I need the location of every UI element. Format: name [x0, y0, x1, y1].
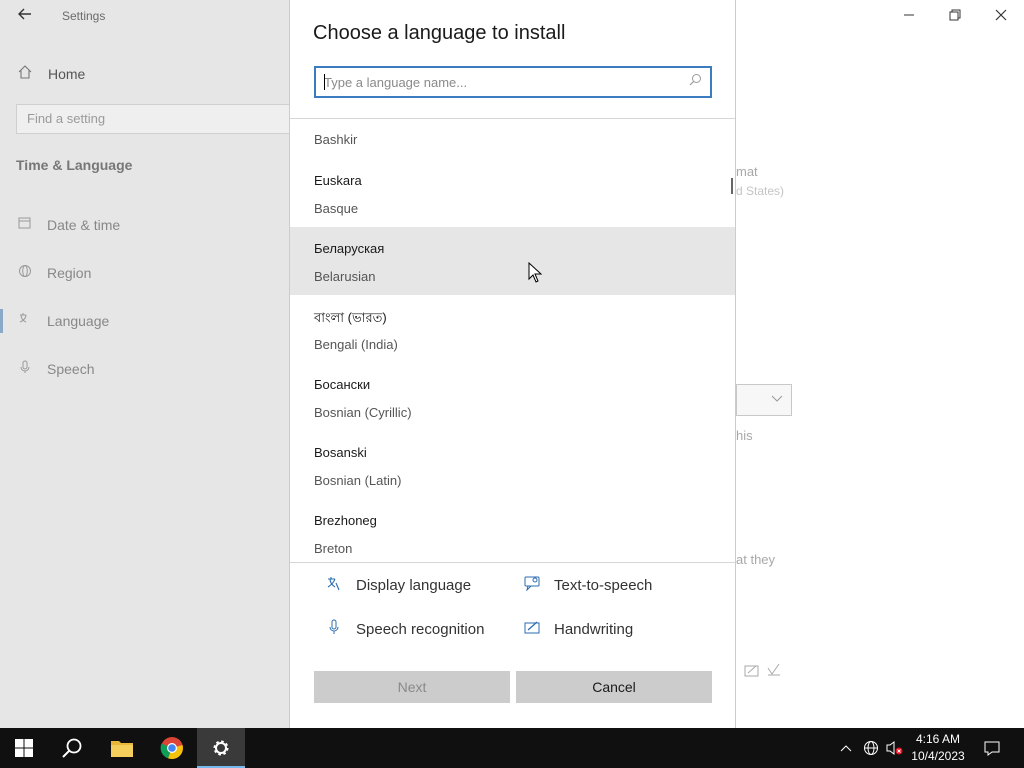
list-item[interactable]: Bashkir	[290, 119, 735, 159]
volume-muted-icon	[886, 741, 903, 755]
language-english-name: Bosnian (Latin)	[314, 473, 402, 488]
microphone-icon	[16, 360, 34, 378]
language-english-name: Bashkir	[314, 132, 358, 147]
nav-item-label: Region	[47, 265, 92, 281]
text-to-speech-icon	[522, 575, 542, 595]
windows-logo-icon	[15, 739, 33, 757]
window-title: Settings	[62, 9, 106, 23]
restore-icon[interactable]	[932, 0, 978, 32]
start-button[interactable]	[0, 728, 48, 768]
feature-label: Speech recognition	[356, 620, 485, 638]
list-item[interactable]: Беларуская Belarusian	[290, 227, 735, 295]
background-dropdown	[736, 384, 792, 416]
minimize-icon[interactable]	[886, 0, 932, 32]
feature-handwriting: Handwriting	[522, 619, 633, 639]
show-hidden-icons-button[interactable]	[836, 728, 856, 768]
language-native-name: Bosanski	[314, 445, 367, 460]
language-english-name: Breton	[314, 541, 353, 556]
language-english-name: Basque	[314, 201, 359, 216]
background-region-text: d States)	[736, 184, 785, 198]
language-native-name: Euskara	[314, 173, 362, 188]
network-button[interactable]	[860, 728, 882, 768]
nav-selection-indicator	[0, 309, 3, 333]
language-english-name: Bengali (India)	[314, 337, 398, 352]
clock-time: 4:16 AM	[915, 732, 961, 746]
gear-icon	[213, 740, 229, 756]
calendar-clock-icon	[16, 216, 34, 234]
next-button[interactable]: Next	[314, 671, 510, 703]
feature-display-language: Display language	[324, 575, 471, 595]
section-title: Time & Language	[16, 157, 133, 173]
list-item[interactable]: Brezhoneg Breton	[290, 499, 735, 562]
nav-item-speech[interactable]: Speech	[16, 357, 94, 381]
search-icon	[62, 738, 82, 758]
background-handwriting-icons	[744, 662, 784, 683]
cancel-button[interactable]: Cancel	[516, 671, 712, 703]
network-globe-icon	[864, 741, 878, 755]
list-item[interactable]: Bosanski Bosnian (Latin)	[290, 431, 735, 499]
feature-speech-recognition: Speech recognition	[324, 619, 484, 639]
list-item[interactable]: Босански Bosnian (Cyrillic)	[290, 363, 735, 431]
folder-icon	[111, 741, 133, 757]
search-icon[interactable]	[689, 73, 702, 89]
taskbar-clock[interactable]: 4:16 AM 10/4/2023	[906, 731, 970, 765]
globe-icon	[16, 264, 34, 282]
chevron-up-icon	[840, 745, 852, 752]
settings-taskbar-button[interactable]	[197, 728, 245, 768]
clock-date: 10/4/2023	[911, 749, 965, 763]
home-icon	[16, 65, 34, 83]
language-english-name: Bosnian (Cyrillic)	[314, 405, 412, 420]
language-english-name: Belarusian	[314, 269, 376, 284]
handwriting-icon	[522, 619, 542, 639]
file-explorer-button[interactable]	[98, 728, 146, 768]
nav-home[interactable]: Home	[16, 62, 85, 86]
nav-item-language[interactable]: Language	[16, 309, 109, 333]
display-language-icon	[324, 575, 344, 595]
nav-home-label: Home	[48, 66, 86, 82]
action-center-button[interactable]	[978, 728, 1006, 768]
chrome-icon	[160, 737, 183, 760]
background-they-text: at they	[736, 552, 776, 567]
nav-item-label: Date & time	[47, 217, 121, 233]
nav-item-region[interactable]: Region	[16, 261, 91, 285]
list-divider-bottom	[290, 562, 735, 563]
background-this-text: his	[736, 428, 753, 443]
text-caret	[324, 74, 325, 90]
language-search-input[interactable]	[324, 72, 684, 92]
nav-item-date-time[interactable]: Date & time	[16, 213, 120, 237]
dialog-title: Choose a language to install	[313, 22, 566, 44]
volume-button[interactable]	[884, 728, 906, 768]
taskbar: 4:16 AM 10/4/2023	[0, 728, 1024, 768]
list-item[interactable]: Euskara Basque	[290, 159, 735, 227]
language-native-name: Босански	[314, 377, 371, 392]
language-native-name: Беларуская	[314, 241, 385, 256]
find-setting-input[interactable]: Find a setting	[16, 104, 296, 134]
chrome-button[interactable]	[148, 728, 196, 768]
search-button[interactable]	[48, 728, 96, 768]
settings-nav-pane: Settings Home Find a setting Time & Lang…	[0, 0, 296, 728]
feature-label: Text-to-speech	[554, 576, 653, 594]
feature-text-to-speech: Text-to-speech	[522, 575, 652, 595]
language-native-name: Brezhoneg	[314, 513, 377, 528]
nav-item-label: Language	[47, 313, 110, 329]
choose-language-dialog: Choose a language to install Bashkir Eus…	[289, 0, 736, 728]
back-arrow-icon[interactable]	[14, 6, 36, 26]
list-scrollbar-thumb[interactable]	[731, 178, 733, 194]
close-icon[interactable]	[978, 0, 1024, 32]
chevron-down-icon	[771, 392, 783, 407]
language-native-name: বাংলা (ভারত)	[314, 310, 387, 325]
language-list[interactable]: Bashkir Euskara Basque Беларуская Belaru…	[290, 119, 735, 562]
background-format-text: mat	[736, 164, 758, 179]
language-search-box[interactable]	[314, 66, 712, 98]
notification-icon	[984, 741, 1000, 756]
feature-label: Display language	[356, 576, 472, 594]
mouse-cursor-icon	[528, 262, 542, 283]
microphone-icon	[324, 619, 344, 639]
feature-label: Handwriting	[554, 620, 634, 638]
nav-item-label: Speech	[47, 361, 95, 377]
list-item[interactable]: বাংলা (ভারত) Bengali (India)	[290, 295, 735, 363]
language-icon	[16, 312, 34, 330]
